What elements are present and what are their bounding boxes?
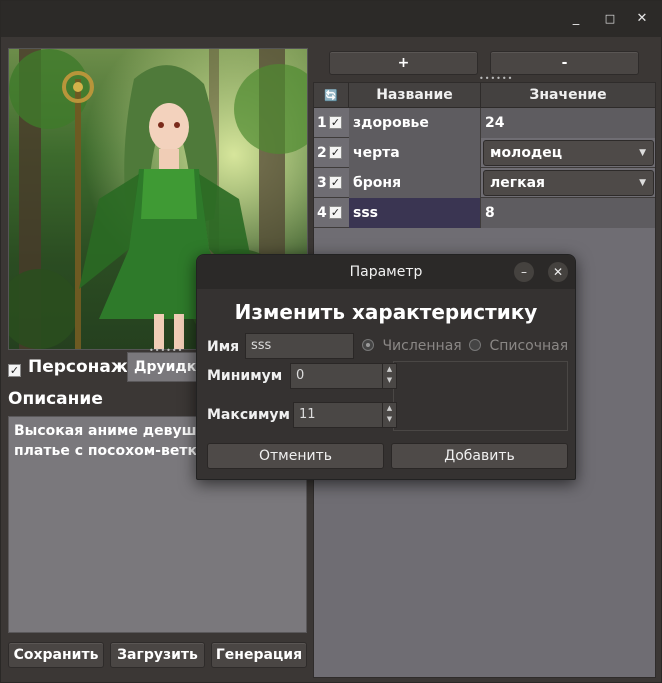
name-cell[interactable]: броня [349,168,481,198]
max-label: Максимум [207,407,291,423]
value-cell[interactable]: 24 [481,108,655,138]
table-row[interactable]: 4 ✓ sss 8 [314,198,655,228]
row-value: 24 [485,115,505,131]
cancel-button[interactable]: Отменить [207,443,384,469]
min-input[interactable]: 0 ▲ ▼ [290,363,397,389]
maximize-icon[interactable]: □ [601,10,619,28]
row-name: sss [353,205,378,221]
value-cell[interactable]: 8 [481,198,655,228]
name-label: Имя [207,339,240,355]
name-input[interactable]: sss [245,333,354,359]
list-options-frame [393,361,568,431]
min-spinner[interactable]: ▲ ▼ [382,364,396,388]
combo-value: молодец [490,145,563,161]
min-label: Минимум [207,368,283,384]
row-name: здоровье [353,115,429,131]
min-value: 0 [296,368,305,383]
radio-list-label: Списочная [489,338,569,354]
dialog-minimize-icon[interactable]: – [514,262,534,282]
value-combobox[interactable]: легкая ▼ [483,170,654,196]
radio-numeric[interactable]: Численная [362,338,462,354]
row-index: 3 [317,175,327,191]
close-icon[interactable]: ✕ [633,10,651,28]
row-checkbox[interactable]: ✓ [329,176,342,189]
row-checkbox[interactable]: ✓ [329,146,342,159]
header-value[interactable]: Значение [481,83,655,108]
name-cell[interactable]: черта [349,138,481,168]
radio-list-indicator[interactable] [469,339,481,351]
row-checkbox[interactable]: ✓ [329,116,342,129]
row-checkbox[interactable]: ✓ [329,206,342,219]
max-value: 11 [299,407,316,422]
refresh-icon[interactable]: 🔄 [314,83,349,108]
character-type-input[interactable]: Друидка [127,352,206,382]
radio-list[interactable]: Списочная [469,338,568,354]
name-cell[interactable]: здоровье [349,108,481,138]
add-row-button[interactable]: + [329,51,478,75]
save-button[interactable]: Сохранить [8,642,104,668]
max-input[interactable]: 11 ▲ ▼ [293,402,397,428]
row-value: 8 [485,205,495,221]
window-titlebar: _ □ ✕ [1,1,662,37]
combo-value: легкая [490,175,546,191]
max-spinner[interactable]: ▲ ▼ [382,403,396,427]
dialog-close-icon[interactable]: ✕ [548,262,568,282]
table-row[interactable]: 1 ✓ здоровье 24 [314,108,655,138]
character-label: Персонаж [28,357,128,377]
parameter-dialog: Параметр – ✕ Изменить характеристику Имя… [196,254,576,480]
row-name: броня [353,175,402,191]
header-name[interactable]: Название [349,83,481,108]
table-row[interactable]: 3 ✓ броня легкая ▼ [314,168,655,198]
checkbox-check-icon[interactable]: ✓ [8,364,21,377]
dialog-heading: Изменить характеристику [234,300,538,324]
load-button[interactable]: Загрузить [110,642,205,668]
dialog-add-button[interactable]: Добавить [391,443,568,469]
row-index: 1 [317,115,327,131]
minimize-icon[interactable]: _ [567,10,585,28]
row-index: 4 [317,205,327,221]
radio-numeric-label: Численная [382,338,462,354]
name-cell-selected[interactable]: sss [349,198,481,228]
row-name: черта [353,145,400,161]
character-checkbox[interactable]: ✓ [8,359,21,378]
table-row[interactable]: 2 ✓ черта молодец ▼ [314,138,655,168]
description-label: Описание [8,389,103,409]
remove-row-button[interactable]: - [490,51,639,75]
radio-numeric-indicator[interactable] [362,339,374,351]
generate-button[interactable]: Генерация [211,642,307,668]
value-combobox[interactable]: молодец ▼ [483,140,654,166]
row-index: 2 [317,145,327,161]
chevron-down-icon[interactable]: ▼ [639,141,646,165]
chevron-down-icon[interactable]: ▼ [639,171,646,195]
